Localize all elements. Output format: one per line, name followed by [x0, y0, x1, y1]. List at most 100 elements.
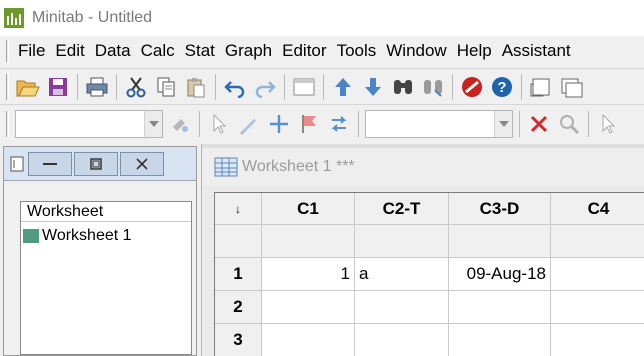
- worksheet-grid: ↓ C1 C2-T C3-D C4 1 1 a 09-Aug-18 2 3: [214, 192, 644, 356]
- cancel-icon[interactable]: [459, 73, 485, 101]
- toolbar-separator: [199, 110, 200, 137]
- toolbar-grip: [6, 73, 9, 100]
- menu-stat[interactable]: Stat: [180, 37, 220, 65]
- pointer-icon-2[interactable]: [595, 110, 621, 138]
- toolbar-separator: [452, 73, 453, 100]
- cell-r1-c2[interactable]: a: [355, 258, 449, 291]
- tree-node-worksheet-1[interactable]: Worksheet 1: [23, 226, 132, 246]
- cell-r1-c3[interactable]: 09-Aug-18: [449, 258, 551, 291]
- table-row: 3: [215, 324, 644, 356]
- redo-icon[interactable]: [252, 73, 278, 101]
- cell-r3-c3[interactable]: [449, 324, 551, 356]
- size-select-value: [366, 111, 494, 137]
- cut-icon[interactable]: [123, 73, 149, 101]
- minimize-button[interactable]: [28, 151, 72, 176]
- menu-graph[interactable]: Graph: [220, 37, 277, 65]
- menu-help[interactable]: Help: [452, 37, 497, 65]
- close-button[interactable]: [120, 151, 164, 176]
- undo-icon[interactable]: [222, 73, 248, 101]
- column-header-c2[interactable]: C2-T: [355, 193, 449, 225]
- menu-data[interactable]: Data: [90, 37, 136, 65]
- arrow-up-icon[interactable]: [330, 73, 356, 101]
- tree-header[interactable]: Worksheet: [21, 202, 191, 222]
- column-name-row: [215, 225, 644, 258]
- standard-toolbar: ?: [0, 68, 644, 104]
- close-x-icon[interactable]: [526, 110, 552, 138]
- project-manager-frame: Worksheet Worksheet 1: [3, 146, 197, 356]
- column-name-cell[interactable]: [355, 225, 449, 258]
- table-row: 1 1 a 09-Aug-18: [215, 258, 644, 291]
- menu-edit[interactable]: Edit: [50, 37, 89, 65]
- cell-r3-c1[interactable]: [262, 324, 355, 356]
- font-select-value: [16, 111, 144, 137]
- session-window-icon[interactable]: [528, 73, 554, 101]
- size-select[interactable]: [365, 109, 513, 138]
- name-row-header: [215, 225, 262, 258]
- project-manager-titlebar: [4, 147, 196, 181]
- help-icon[interactable]: ?: [489, 73, 515, 101]
- row-header[interactable]: 1: [215, 258, 262, 291]
- minitab-logo-icon: [4, 8, 24, 28]
- open-icon[interactable]: [15, 73, 41, 101]
- arrow-down-icon[interactable]: [360, 73, 386, 101]
- swap-icon[interactable]: [326, 110, 352, 138]
- menu-calc[interactable]: Calc: [136, 37, 180, 65]
- crosshair-icon[interactable]: [266, 110, 292, 138]
- minitab-app: Minitab - Untitled File Edit Data Calc S…: [0, 0, 644, 356]
- window-icon[interactable]: [291, 73, 317, 101]
- column-header-row: ↓ C1 C2-T C3-D C4: [215, 193, 644, 225]
- menu-assistant[interactable]: Assistant: [497, 37, 576, 65]
- column-header-c1[interactable]: C1: [262, 193, 355, 225]
- pen-icon[interactable]: [236, 110, 262, 138]
- font-select[interactable]: [15, 109, 163, 138]
- project-tree: Worksheet Worksheet 1: [20, 201, 192, 355]
- worksheet-title: Worksheet 1 ***: [242, 158, 355, 175]
- row-header[interactable]: 3: [215, 324, 262, 356]
- flag-icon[interactable]: [296, 110, 322, 138]
- cell-r2-c3[interactable]: [449, 291, 551, 324]
- cell-r1-c4[interactable]: [551, 258, 644, 291]
- pointer-icon[interactable]: [206, 110, 232, 138]
- cell-r2-c4[interactable]: [551, 291, 644, 324]
- panel-menu-icon[interactable]: [10, 154, 26, 174]
- toolbar-separator: [323, 73, 324, 100]
- column-name-cell[interactable]: [262, 225, 355, 258]
- data-window-icon[interactable]: [558, 73, 584, 101]
- menu-editor[interactable]: Editor: [277, 37, 331, 65]
- chevron-down-icon[interactable]: [144, 110, 162, 137]
- column-name-cell[interactable]: [449, 225, 551, 258]
- column-header-c3[interactable]: C3-D: [449, 193, 551, 225]
- find-icon[interactable]: [390, 73, 416, 101]
- toolbar-separator: [77, 73, 78, 100]
- menu-bar: File Edit Data Calc Stat Graph Editor To…: [0, 36, 644, 66]
- restore-button[interactable]: [74, 151, 118, 176]
- column-header-c4[interactable]: C4: [551, 193, 644, 225]
- replace-icon[interactable]: [420, 73, 446, 101]
- toolbar-separator: [519, 110, 520, 137]
- menu-file[interactable]: File: [13, 37, 50, 65]
- cell-r2-c1[interactable]: [262, 291, 355, 324]
- cell-r2-c2[interactable]: [355, 291, 449, 324]
- cell-r3-c4[interactable]: [551, 324, 644, 356]
- project-manager: Worksheet Worksheet 1: [0, 144, 200, 356]
- paste-icon[interactable]: [183, 73, 209, 101]
- row-header[interactable]: 2: [215, 291, 262, 324]
- print-icon[interactable]: [84, 73, 110, 101]
- toolbar-separator: [284, 73, 285, 100]
- menu-window[interactable]: Window: [381, 37, 451, 65]
- worksheet-window: Worksheet 1 *** ↓ C1 C2-T C3-D C4 1 1 a …: [201, 144, 644, 356]
- worksheet-titlebar: Worksheet 1 ***: [202, 144, 644, 186]
- cell-r3-c2[interactable]: [355, 324, 449, 356]
- brush-icon[interactable]: [167, 110, 193, 138]
- save-icon[interactable]: [45, 73, 71, 101]
- editor-toolbar: [0, 104, 644, 142]
- column-name-cell[interactable]: [551, 225, 644, 258]
- cell-r1-c1[interactable]: 1: [262, 258, 355, 291]
- copy-icon[interactable]: [153, 73, 179, 101]
- window-title: Minitab - Untitled: [32, 9, 153, 26]
- zoom-icon[interactable]: [556, 110, 582, 138]
- chevron-down-icon[interactable]: [494, 110, 512, 137]
- title-bar: Minitab - Untitled: [0, 0, 644, 36]
- corner-cell[interactable]: ↓: [215, 193, 262, 225]
- menu-tools[interactable]: Tools: [332, 37, 382, 65]
